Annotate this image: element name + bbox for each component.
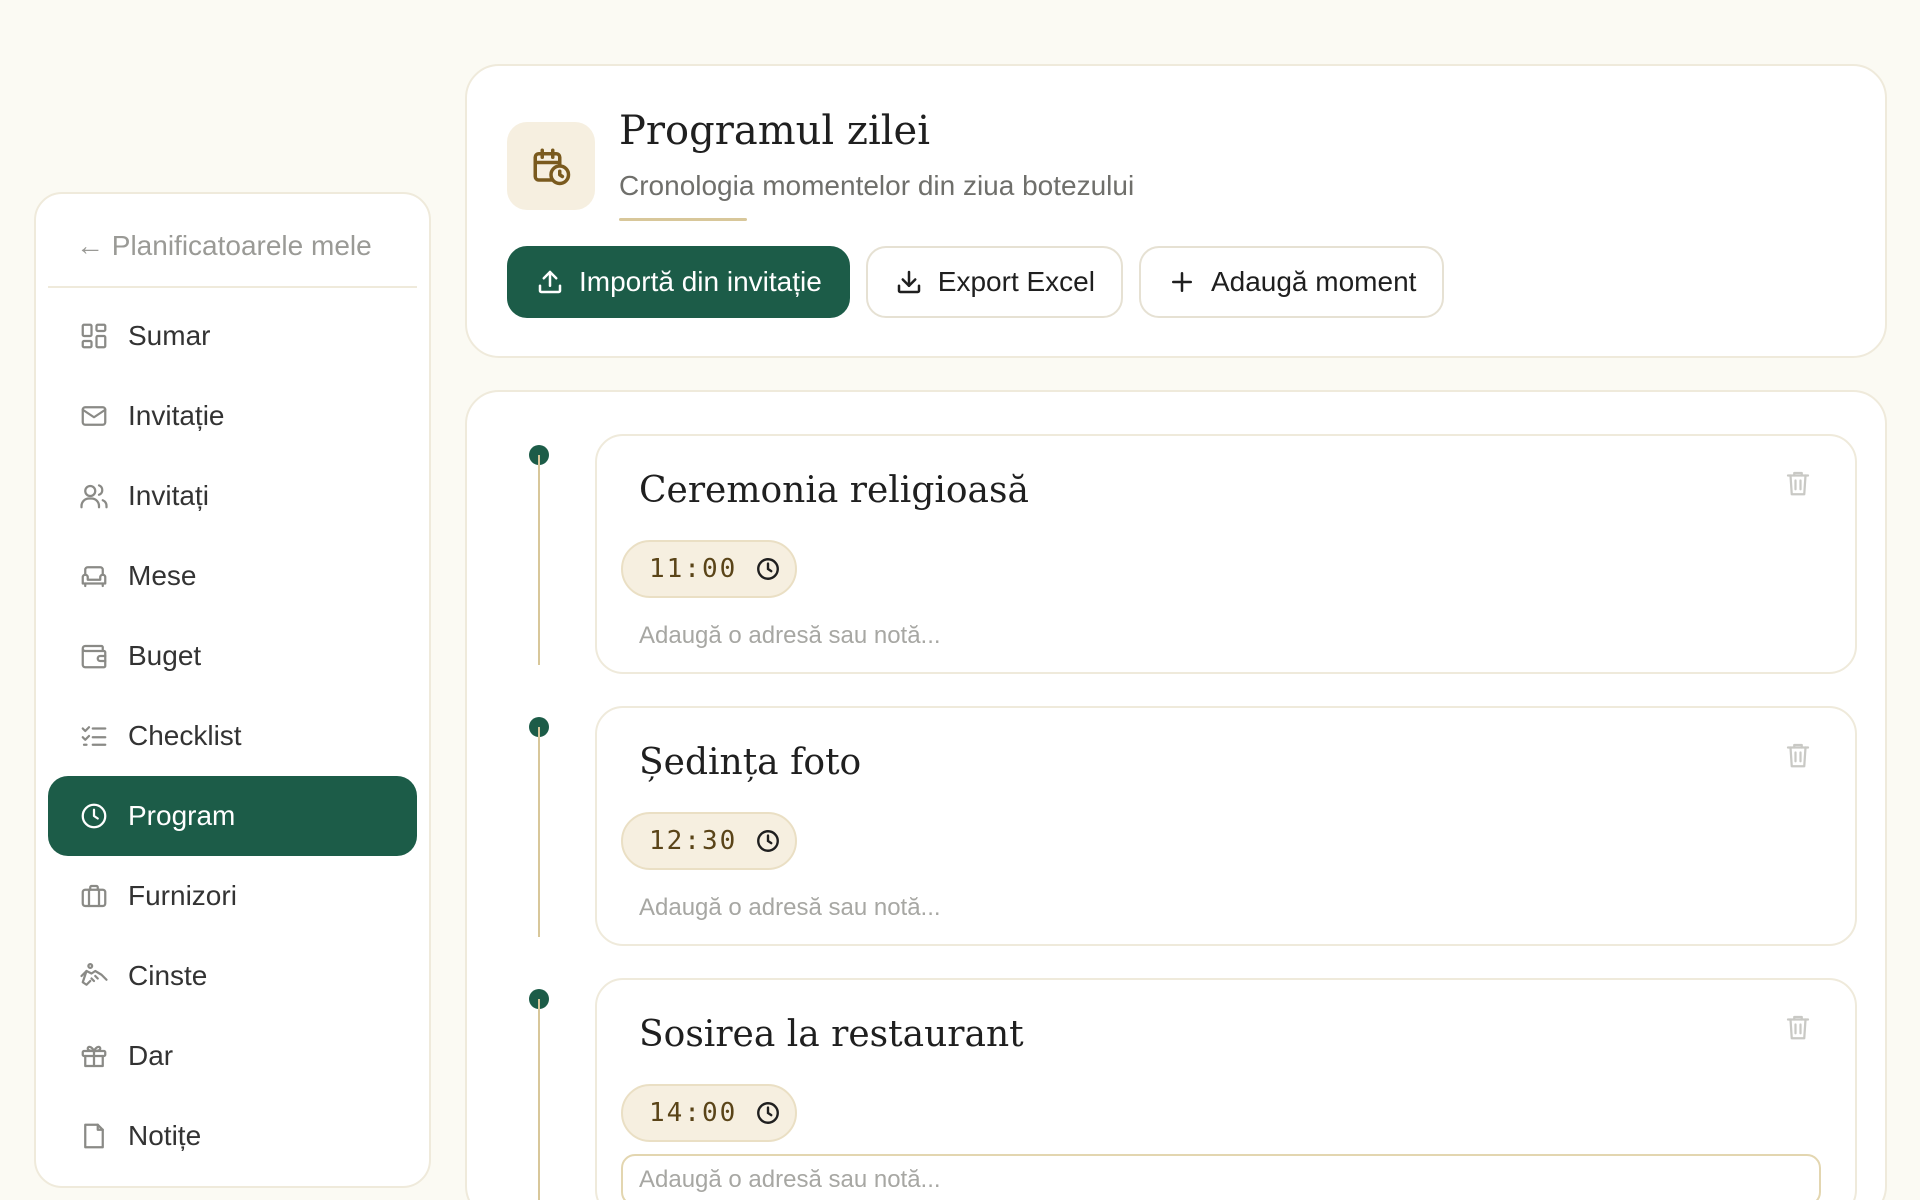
page-subtitle: Cronologia momentelor din ziua botezului [619, 170, 1135, 201]
timeline-line [538, 455, 540, 665]
event-time-value: 11:00 [649, 554, 738, 584]
event-title[interactable]: Ședința foto [639, 742, 861, 783]
delete-event-button[interactable] [1781, 466, 1815, 500]
sidebar-item-label: Mese [128, 560, 197, 591]
sidebar-item-buget[interactable]: Buget [48, 616, 417, 696]
sidebar-item-label: Sumar [128, 320, 211, 351]
trash-icon [1786, 743, 1810, 768]
page-title: Programul zilei [619, 108, 931, 154]
event-note-input[interactable] [621, 882, 1821, 934]
import-button-label: Importă din invitație [579, 266, 822, 297]
checklist-icon [78, 720, 110, 752]
sidebar-item-invitati[interactable]: Invitați [48, 456, 417, 536]
upload-icon [538, 270, 562, 294]
sidebar-item-invitatie[interactable]: Invitație [48, 376, 417, 456]
download-icon [897, 270, 921, 294]
sidebar-item-label: Invitație [128, 400, 225, 431]
wallet-icon [78, 640, 110, 672]
timeline-line [538, 727, 540, 937]
title-underline [619, 218, 747, 221]
clock-icon [757, 830, 780, 852]
handshake-icon [78, 960, 110, 992]
sofa-icon [78, 560, 110, 592]
sidebar-item-mese[interactable]: Mese [48, 536, 417, 616]
event-time-input[interactable]: 12:30 [621, 812, 797, 870]
gift-icon [78, 1040, 110, 1072]
event-card: Ședința foto 12:30 [595, 706, 1857, 946]
sidebar-item-program[interactable]: Program [48, 776, 417, 856]
clock-icon [757, 1102, 780, 1124]
event-title[interactable]: Sosirea la restaurant [639, 1014, 1024, 1055]
page-header-card: Programul zilei Cronologia momentelor di… [465, 64, 1887, 358]
sidebar-item-label: Checklist [128, 720, 242, 751]
sidebar-item-notite[interactable]: Notițe [48, 1096, 417, 1176]
sidebar-item-furnizori[interactable]: Furnizori [48, 856, 417, 936]
timeline-card: Ceremonia religioasă 11:00 Ședința foto … [465, 390, 1887, 1200]
sidebar-item-label: Invitați [128, 480, 209, 511]
mail-icon [78, 400, 110, 432]
grid-icon [78, 320, 110, 352]
trash-icon [1786, 1015, 1810, 1040]
add-moment-button[interactable]: Adaugă moment [1138, 246, 1445, 318]
calendar-clock-icon [507, 122, 595, 210]
trash-icon [1786, 471, 1810, 496]
event-card: Ceremonia religioasă 11:00 [595, 434, 1857, 674]
sidebar-item-label: Cinste [128, 960, 208, 991]
event-note-input[interactable] [621, 1154, 1821, 1200]
clock-icon [78, 800, 110, 832]
app-root: ← Planificatoarele mele Sumar Invitație … [0, 0, 1920, 1200]
header-actions: Importă din invitație Export Excel Adaug… [507, 246, 1445, 318]
back-link-label: ← Planificatoarele mele [76, 230, 372, 261]
event-time-input[interactable]: 14:00 [621, 1084, 797, 1142]
sidebar-item-cinste[interactable]: Cinste [48, 936, 417, 1016]
event-time-input[interactable]: 11:00 [621, 540, 797, 598]
note-icon [78, 1120, 110, 1152]
sidebar-item-dar[interactable]: Dar [48, 1016, 417, 1096]
sidebar-item-label: Furnizori [128, 880, 237, 911]
sidebar-item-sumar[interactable]: Sumar [48, 296, 417, 376]
sidebar-item-label: Dar [128, 1040, 174, 1071]
export-excel-button[interactable]: Export Excel [865, 246, 1123, 318]
sidebar-item-label: Buget [128, 640, 202, 671]
export-button-label: Export Excel [937, 266, 1095, 297]
plus-icon [1171, 272, 1192, 292]
users-icon [78, 480, 110, 512]
briefcase-icon [78, 880, 110, 912]
event-card: Sosirea la restaurant 14:00 [595, 978, 1857, 1200]
sidebar-item-label: Program [128, 800, 236, 831]
sidebar: ← Planificatoarele mele Sumar Invitație … [34, 192, 431, 1188]
delete-event-button[interactable] [1781, 1010, 1815, 1044]
clock-icon [757, 558, 780, 580]
timeline-line [538, 999, 540, 1200]
sidebar-item-label: Notițe [128, 1120, 202, 1151]
event-note-input[interactable] [621, 610, 1821, 662]
back-to-planners-link[interactable]: ← Planificatoarele mele [48, 206, 417, 288]
event-time-value: 12:30 [649, 826, 738, 856]
event-time-value: 14:00 [649, 1098, 738, 1128]
sidebar-item-checklist[interactable]: Checklist [48, 696, 417, 776]
event-title[interactable]: Ceremonia religioasă [639, 470, 1029, 511]
add-button-label: Adaugă moment [1210, 266, 1417, 297]
import-from-invitation-button[interactable]: Importă din invitație [507, 246, 850, 318]
delete-event-button[interactable] [1781, 738, 1815, 772]
